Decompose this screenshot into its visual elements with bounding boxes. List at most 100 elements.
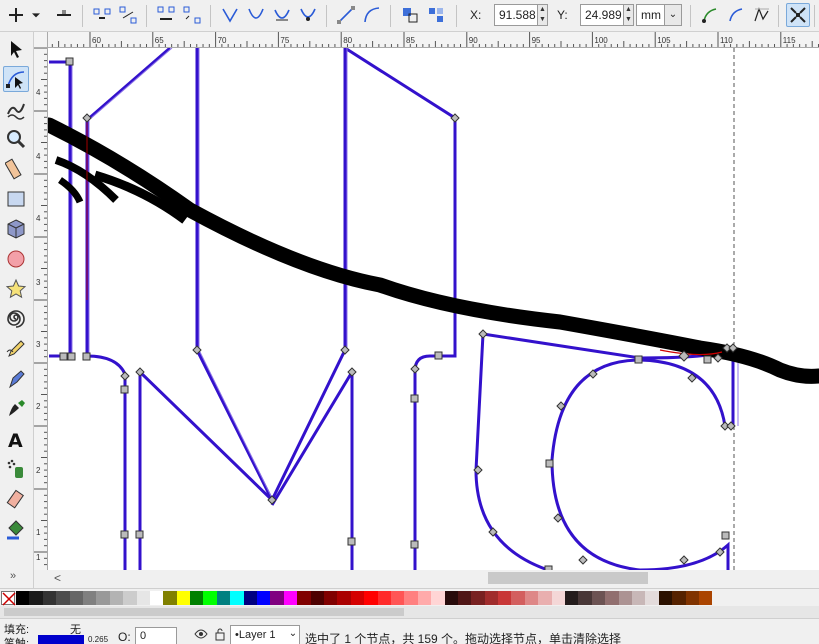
stroke-to-path-icon[interactable] — [424, 3, 448, 27]
pencil-tool-icon[interactable] — [3, 336, 29, 362]
node-tool-icon[interactable] — [3, 66, 29, 92]
palette-scrollbar[interactable] — [0, 606, 819, 618]
color-swatch[interactable] — [29, 591, 43, 605]
color-swatch[interactable] — [698, 591, 713, 605]
color-swatch[interactable] — [431, 591, 445, 605]
chevron-down-icon[interactable]: ⌄ — [284, 625, 302, 644]
break-path-icon[interactable] — [116, 3, 140, 27]
color-swatch[interactable] — [16, 591, 30, 605]
color-swatch[interactable] — [216, 591, 231, 605]
color-swatch[interactable] — [69, 591, 83, 605]
stroke-width-value[interactable]: 0.265 — [88, 635, 108, 644]
no-paint-swatch[interactable] — [1, 591, 16, 606]
zoom-tool-icon[interactable] — [3, 126, 29, 152]
x-spin-buttons[interactable]: ▲ ▼ — [537, 4, 548, 26]
color-swatch[interactable] — [377, 591, 391, 605]
color-swatch[interactable] — [297, 591, 311, 605]
color-swatch[interactable] — [257, 591, 271, 605]
horizontal-ruler[interactable]: 60 65 70 75 80 85 90 95 100 105 110 115 — [48, 32, 819, 48]
color-swatch[interactable] — [605, 591, 619, 605]
color-swatch[interactable] — [538, 591, 552, 605]
unit-select[interactable]: mm — [636, 4, 666, 26]
layer-visibility-icon[interactable] — [194, 628, 208, 643]
snap-toggle-icon[interactable] — [786, 3, 810, 27]
color-swatch[interactable] — [658, 591, 673, 605]
color-swatch[interactable] — [123, 591, 137, 605]
pen-tool-icon[interactable] — [3, 366, 29, 392]
color-swatch[interactable] — [203, 591, 217, 605]
palette-scrollbar-thumb[interactable] — [4, 608, 404, 616]
x-coordinate-input[interactable]: 91.588 — [494, 4, 538, 26]
y-coordinate-input[interactable]: 24.989 — [580, 4, 624, 26]
toolbox-overflow-icon[interactable]: » — [10, 570, 16, 582]
spray-tool-icon[interactable] — [3, 456, 29, 482]
color-swatch[interactable] — [484, 591, 499, 605]
color-swatch[interactable] — [56, 591, 70, 605]
chevron-down-icon[interactable]: ⌄ — [664, 4, 682, 26]
color-swatch[interactable] — [82, 591, 97, 605]
auto-smooth-node-icon[interactable] — [296, 3, 320, 27]
color-swatch[interactable] — [350, 591, 365, 605]
color-swatch[interactable] — [618, 591, 632, 605]
segment-to-line-icon[interactable] — [334, 3, 358, 27]
opacity-input[interactable]: 0 — [135, 627, 177, 644]
show-handles-icon[interactable] — [724, 3, 748, 27]
delete-segment-icon[interactable] — [180, 3, 204, 27]
color-swatch[interactable] — [283, 591, 298, 605]
stroke-color-swatch[interactable] — [38, 635, 84, 644]
color-swatch[interactable] — [645, 591, 659, 605]
color-swatch[interactable] — [565, 591, 579, 605]
color-swatch[interactable] — [136, 591, 150, 605]
spiral-tool-icon[interactable] — [3, 306, 29, 332]
scroll-left-icon[interactable]: < — [54, 571, 61, 585]
color-swatch[interactable] — [524, 591, 539, 605]
calligraphy-tool-icon[interactable] — [3, 396, 29, 422]
tweak-tool-icon[interactable] — [3, 96, 29, 122]
color-swatch[interactable] — [685, 591, 699, 605]
eraser-tool-icon[interactable] — [3, 486, 29, 512]
color-swatch[interactable] — [42, 591, 57, 605]
vertical-ruler[interactable]: 4 4 4 3 3 2 2 1 1 — [34, 48, 48, 570]
color-swatch[interactable] — [310, 591, 324, 605]
ellipse-tool-icon[interactable] — [3, 246, 29, 272]
object-to-path-icon[interactable] — [398, 3, 422, 27]
color-swatch[interactable] — [578, 591, 592, 605]
delete-node-icon[interactable] — [52, 3, 76, 27]
color-swatch[interactable] — [672, 591, 686, 605]
measure-tool-icon[interactable] — [3, 156, 29, 182]
selector-tool-icon[interactable] — [3, 36, 29, 62]
join-nodes-icon[interactable] — [90, 3, 114, 27]
join-segment-icon[interactable] — [154, 3, 178, 27]
segment-to-curve-icon[interactable] — [360, 3, 384, 27]
horizontal-scrollbar[interactable]: < — [48, 570, 819, 586]
color-swatch[interactable] — [444, 591, 458, 605]
color-swatch[interactable] — [163, 591, 177, 605]
color-swatch[interactable] — [149, 591, 164, 605]
show-transform-handles-icon[interactable] — [698, 3, 722, 27]
layer-lock-icon[interactable] — [214, 627, 226, 644]
color-swatch[interactable] — [498, 591, 512, 605]
3d-box-tool-icon[interactable] — [3, 216, 29, 242]
color-swatch[interactable] — [109, 591, 124, 605]
color-swatch[interactable] — [404, 591, 418, 605]
y-spin-buttons[interactable]: ▲ ▼ — [623, 4, 634, 26]
color-swatch[interactable] — [471, 591, 485, 605]
color-swatch[interactable] — [323, 591, 338, 605]
cusp-node-icon[interactable] — [218, 3, 242, 27]
insert-node-menu-arrow[interactable] — [28, 3, 44, 27]
scrollbar-thumb[interactable] — [488, 572, 648, 584]
drawing-canvas[interactable] — [48, 48, 819, 570]
color-swatch[interactable] — [390, 591, 405, 605]
paint-bucket-tool-icon[interactable] — [3, 516, 29, 542]
color-swatch[interactable] — [364, 591, 378, 605]
color-swatch[interactable] — [631, 591, 646, 605]
color-swatch[interactable] — [417, 591, 432, 605]
color-swatch[interactable] — [230, 591, 244, 605]
smooth-node-icon[interactable] — [244, 3, 268, 27]
star-tool-icon[interactable] — [3, 276, 29, 302]
color-swatch[interactable] — [176, 591, 191, 605]
color-swatch[interactable] — [511, 591, 525, 605]
text-tool-icon[interactable]: A — [3, 426, 29, 452]
color-swatch[interactable] — [270, 591, 284, 605]
show-outline-icon[interactable] — [750, 3, 774, 27]
